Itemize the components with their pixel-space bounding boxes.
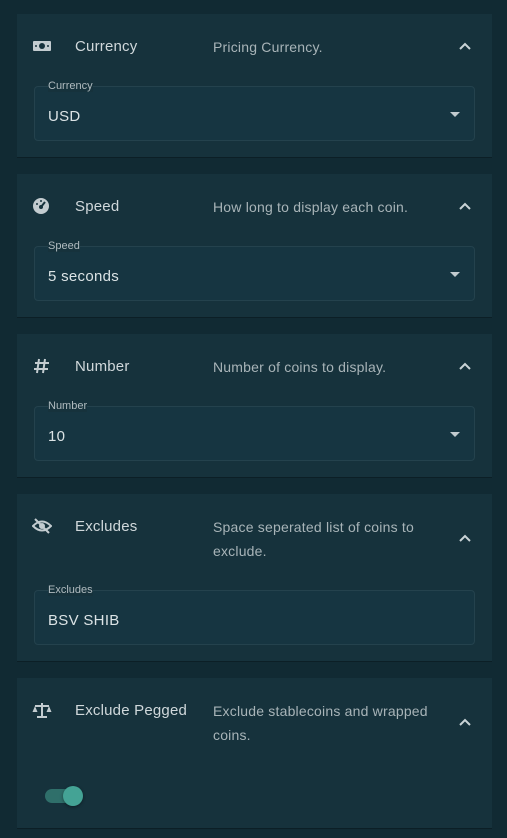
- dropdown-arrow-icon[interactable]: [450, 112, 460, 117]
- field-value: BSV SHIB: [48, 612, 120, 629]
- dropdown-arrow-icon[interactable]: [450, 272, 460, 277]
- excludes-input[interactable]: Excludes BSV SHIB: [34, 585, 475, 645]
- setting-panel-currency: Currency Pricing Currency. Currency USD: [17, 14, 492, 157]
- setting-description: Number of coins to display.: [213, 359, 387, 375]
- speedometer-icon: [32, 196, 52, 216]
- dropdown-arrow-icon[interactable]: [450, 432, 460, 437]
- field-value: USD: [48, 108, 81, 125]
- setting-title: Currency: [75, 38, 138, 55]
- currency-select[interactable]: Currency USD: [34, 81, 475, 141]
- setting-title: Number: [75, 358, 130, 375]
- chevron-up-icon[interactable]: [458, 199, 472, 213]
- chevron-up-icon[interactable]: [458, 39, 472, 53]
- field-value: 10: [48, 428, 66, 445]
- setting-description: Space seperated list of coins to exclude…: [213, 519, 414, 559]
- number-select[interactable]: Number 10: [34, 401, 475, 461]
- setting-panel-number: Number Number of coins to display. Numbe…: [17, 334, 492, 477]
- setting-panel-speed: Speed How long to display each coin. Spe…: [17, 174, 492, 317]
- toggle-thumb[interactable]: [63, 786, 83, 806]
- money-icon: [32, 36, 52, 56]
- setting-description: How long to display each coin.: [213, 199, 409, 215]
- chevron-up-icon[interactable]: [458, 359, 472, 373]
- setting-title: Exclude Pegged: [75, 702, 188, 719]
- scale-icon: [32, 700, 52, 720]
- field-label: Excludes: [48, 584, 93, 596]
- chevron-up-icon[interactable]: [458, 531, 472, 545]
- setting-description: Exclude stablecoins and wrapped coins.: [213, 703, 428, 743]
- field-label: Currency: [48, 80, 93, 92]
- field-value: 5 seconds: [48, 268, 120, 285]
- exclude-pegged-toggle[interactable]: [45, 782, 83, 806]
- setting-description: Pricing Currency.: [213, 39, 323, 55]
- chevron-up-icon[interactable]: [458, 715, 472, 729]
- setting-panel-exclude-pegged: Exclude Pegged Exclude stablecoins and w…: [17, 678, 492, 828]
- setting-title: Excludes: [75, 518, 138, 535]
- setting-panel-excludes: Excludes Space seperated list of coins t…: [17, 494, 492, 661]
- speed-select[interactable]: Speed 5 seconds: [34, 241, 475, 301]
- eye-off-icon: [31, 516, 53, 536]
- setting-title: Speed: [75, 198, 120, 215]
- field-label: Speed: [48, 240, 80, 252]
- field-label: Number: [48, 400, 88, 412]
- hash-icon: [32, 356, 52, 376]
